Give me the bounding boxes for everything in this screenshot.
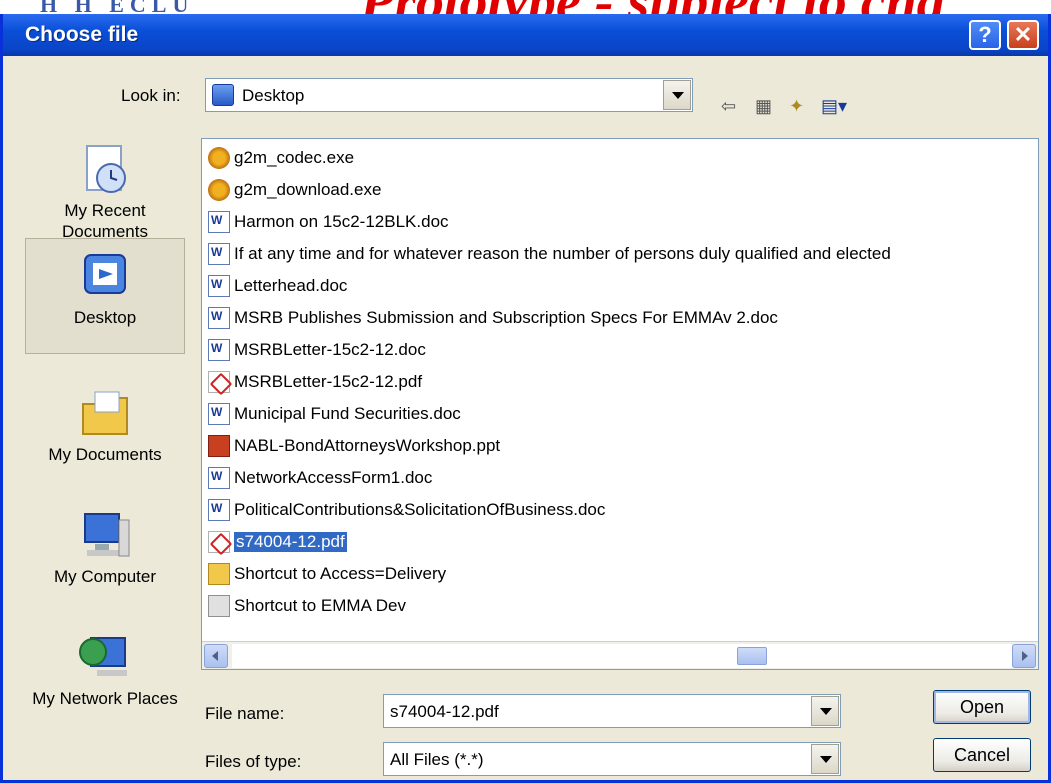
list-item[interactable]: Shortcut to Access=Delivery — [208, 559, 446, 589]
list-item[interactable]: MSRBLetter-15c2-12.pdf — [208, 367, 422, 397]
file-name-label: File name: — [205, 704, 285, 723]
word-doc-icon — [208, 467, 230, 489]
list-item-selected[interactable]: s74004-12.pdf — [208, 527, 347, 557]
new-folder-icon[interactable]: ✦ — [789, 96, 804, 122]
look-in-dropdown-arrow[interactable] — [663, 80, 691, 110]
scroll-thumb[interactable] — [737, 647, 767, 665]
close-button[interactable]: ✕ — [1007, 20, 1039, 50]
list-item[interactable]: NetworkAccessForm1.doc — [208, 463, 432, 493]
list-item[interactable]: Harmon on 15c2-12BLK.doc — [208, 207, 449, 237]
list-item[interactable]: MSRBLetter-15c2-12.doc — [208, 335, 426, 365]
file-type-value: All Files (*.*) — [390, 750, 484, 769]
horizontal-scrollbar[interactable] — [202, 641, 1038, 669]
place-my-documents[interactable]: My Documents — [25, 388, 185, 465]
place-my-computer[interactable]: My Computer — [25, 510, 185, 587]
shortcut-icon — [208, 595, 230, 617]
pdf-file-icon — [208, 371, 230, 393]
file-name-dropdown-arrow[interactable] — [811, 696, 839, 726]
my-documents-icon — [82, 391, 128, 435]
choose-file-dialog: Choose file ? ✕ Look in: Desktop ⇦ ▦ ✦ ▤… — [0, 14, 1051, 783]
scroll-left-button[interactable] — [204, 644, 228, 668]
file-name-value: s74004-12.pdf — [390, 702, 499, 721]
my-computer-icon — [84, 513, 130, 557]
file-type-dropdown-arrow[interactable] — [811, 744, 839, 774]
list-item[interactable]: g2m_download.exe — [208, 175, 381, 205]
list-item[interactable]: If at any time and for whatever reason t… — [208, 239, 891, 269]
place-label: My Computer — [53, 567, 157, 586]
list-item[interactable]: Shortcut to EMMA Dev — [208, 591, 406, 621]
desktop-icon — [84, 254, 126, 294]
place-label: My Recent Documents — [62, 201, 148, 241]
folder-shortcut-icon — [208, 563, 230, 585]
list-item[interactable]: Municipal Fund Securities.doc — [208, 399, 461, 429]
help-button[interactable]: ? — [969, 20, 1001, 50]
exe-file-icon — [208, 179, 230, 201]
word-doc-icon — [208, 243, 230, 265]
word-doc-icon — [208, 499, 230, 521]
place-label: My Documents — [48, 445, 162, 464]
back-icon[interactable]: ⇦ — [721, 96, 736, 122]
word-doc-icon — [208, 339, 230, 361]
dialog-title: Choose file — [25, 23, 139, 46]
word-doc-icon — [208, 275, 230, 297]
scroll-track[interactable] — [232, 644, 1012, 668]
place-label: Desktop — [73, 308, 137, 327]
pdf-file-icon — [208, 531, 230, 553]
word-doc-icon — [208, 307, 230, 329]
powerpoint-file-icon — [208, 435, 230, 457]
desktop-small-icon — [212, 84, 234, 106]
file-type-label: Files of type: — [205, 752, 302, 771]
look-in-dropdown[interactable]: Desktop — [205, 78, 693, 112]
places-bar: My Recent Documents Desktop My Documents… — [25, 138, 185, 760]
list-item[interactable]: MSRB Publishes Submission and Subscripti… — [208, 303, 778, 333]
list-item[interactable]: NABL-BondAttorneysWorkshop.ppt — [208, 431, 500, 461]
network-places-icon — [79, 637, 127, 676]
list-item[interactable]: Letterhead.doc — [208, 271, 347, 301]
look-in-label: Look in: — [121, 86, 181, 105]
place-label: My Network Places — [32, 689, 178, 708]
cancel-button[interactable]: Cancel — [933, 738, 1031, 772]
place-my-network-places[interactable]: My Network Places — [25, 632, 185, 709]
list-item[interactable]: PoliticalContributions&SolicitationOfBus… — [208, 495, 605, 525]
exe-file-icon — [208, 147, 230, 169]
place-my-recent-documents[interactable]: My Recent Documents — [25, 144, 185, 242]
up-folder-icon[interactable]: ▦ — [755, 96, 772, 122]
view-menu-icon[interactable]: ▤▾ — [821, 96, 847, 122]
file-name-input[interactable]: s74004-12.pdf — [383, 694, 841, 728]
title-bar[interactable]: Choose file ? ✕ — [3, 14, 1048, 56]
look-in-value: Desktop — [242, 86, 305, 105]
scroll-right-button[interactable] — [1012, 644, 1036, 668]
word-doc-icon — [208, 211, 230, 233]
open-button[interactable]: Open — [933, 690, 1031, 724]
recent-documents-icon — [86, 145, 126, 193]
place-desktop[interactable]: Desktop — [25, 238, 185, 354]
word-doc-icon — [208, 403, 230, 425]
file-type-select[interactable]: All Files (*.*) — [383, 742, 841, 776]
list-item[interactable]: g2m_codec.exe — [208, 143, 354, 173]
file-list[interactable]: g2m_codec.exe g2m_download.exe Harmon on… — [201, 138, 1039, 670]
